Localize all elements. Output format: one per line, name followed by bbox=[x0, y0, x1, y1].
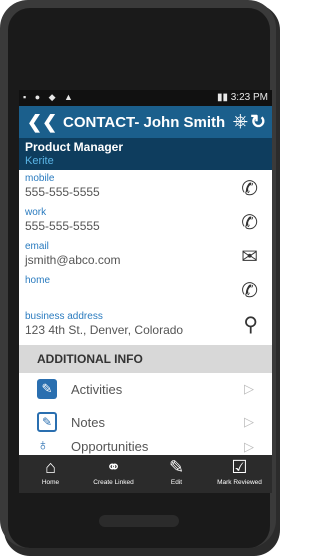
edit-button[interactable]: ✎ Edit bbox=[145, 455, 208, 493]
field-label: business address bbox=[25, 311, 103, 322]
chevron-right-icon: ▷ bbox=[244, 381, 254, 396]
phone-icon[interactable]: ✆ bbox=[241, 176, 258, 201]
tab-label: Edit bbox=[170, 479, 183, 486]
mail-icon[interactable]: ✉ bbox=[241, 244, 258, 269]
additional-info-header: ADDITIONAL INFO bbox=[19, 345, 272, 374]
field-email[interactable]: email jsmith@abco.com ✉ bbox=[19, 238, 272, 273]
field-label: home bbox=[25, 275, 51, 286]
phone-icon[interactable]: ✆ bbox=[241, 210, 258, 235]
contact-role: Product Manager bbox=[25, 140, 124, 154]
map-pin-icon[interactable]: ⚲ bbox=[243, 312, 258, 337]
chevron-right-icon: ▷ bbox=[244, 439, 254, 454]
field-value: 555-555-5555 bbox=[25, 185, 100, 199]
field-label: work bbox=[25, 207, 47, 218]
item-label: Opportunities bbox=[71, 439, 149, 454]
bottom-toolbar: ⌂ Home ⚭ Create Linked ✎ Edit ☑ Mark Rev… bbox=[19, 455, 272, 493]
home-button[interactable]: ⌂ Home bbox=[19, 455, 82, 493]
notification-icons: ▪ ● ◆ ▲ bbox=[23, 92, 76, 102]
double-chevron-left-icon[interactable]: ❮❮ bbox=[27, 112, 57, 133]
section-title: ADDITIONAL INFO bbox=[37, 352, 143, 366]
chevron-right-icon: ▷ bbox=[244, 414, 254, 429]
pencil-square-icon: ✎ bbox=[37, 379, 57, 399]
checklist-icon: ☑ bbox=[231, 457, 248, 477]
edit-icon: ✎ bbox=[168, 457, 185, 477]
create-linked-button[interactable]: ⚭ Create Linked bbox=[82, 455, 145, 493]
refresh-icon[interactable]: ↻ bbox=[250, 111, 266, 134]
field-label: email bbox=[25, 241, 49, 252]
tab-label: Create Linked bbox=[93, 479, 134, 486]
home-icon: ⌂ bbox=[45, 457, 56, 477]
field-label: mobile bbox=[25, 173, 55, 184]
phone-icon[interactable]: ✆ bbox=[241, 278, 258, 303]
status-bar: ▪ ● ◆ ▲ ▮▮ 3:23 PM bbox=[19, 90, 272, 106]
field-work[interactable]: work 555-555-5555 ✆ bbox=[19, 204, 272, 239]
lightbulb-icon: ♁ bbox=[37, 439, 49, 454]
share-icon[interactable]: ⎈ bbox=[233, 111, 248, 133]
opportunities-item[interactable]: ♁ Opportunities ▷ bbox=[19, 439, 272, 456]
activities-item[interactable]: ✎ Activities ▷ bbox=[19, 373, 272, 407]
field-value: jsmith@abco.com bbox=[25, 253, 121, 267]
link-icon: ⚭ bbox=[105, 457, 122, 477]
field-mobile[interactable]: mobile 555-555-5555 ✆ bbox=[19, 170, 272, 205]
contact-subheader: Product Manager Kerite bbox=[19, 138, 272, 170]
tab-label: Mark Reviewed bbox=[217, 479, 262, 486]
status-time: 3:23 PM bbox=[230, 92, 268, 103]
signal-icon: ▮▮ bbox=[216, 92, 231, 103]
mark-reviewed-button[interactable]: ☑ Mark Reviewed bbox=[208, 455, 271, 493]
field-business-address[interactable]: business address 123 4th St., Denver, Co… bbox=[19, 306, 272, 346]
edit-note-icon: ✎ bbox=[37, 412, 57, 432]
field-home[interactable]: home ✆ bbox=[19, 272, 272, 307]
app-header: ❮❮ CONTACT- John Smith ⎈ ↻ bbox=[19, 106, 272, 138]
phone-home-key bbox=[99, 515, 179, 527]
item-label: Notes bbox=[71, 415, 105, 430]
contact-company[interactable]: Kerite bbox=[25, 155, 54, 167]
item-label: Activities bbox=[71, 382, 123, 397]
tab-label: Home bbox=[41, 479, 60, 486]
notes-item[interactable]: ✎ Notes ▷ bbox=[19, 406, 272, 440]
page-title: CONTACT- John Smith bbox=[63, 114, 226, 131]
field-value: 555-555-5555 bbox=[25, 219, 100, 233]
field-value: 123 4th St., Denver, Colorado bbox=[25, 323, 184, 337]
